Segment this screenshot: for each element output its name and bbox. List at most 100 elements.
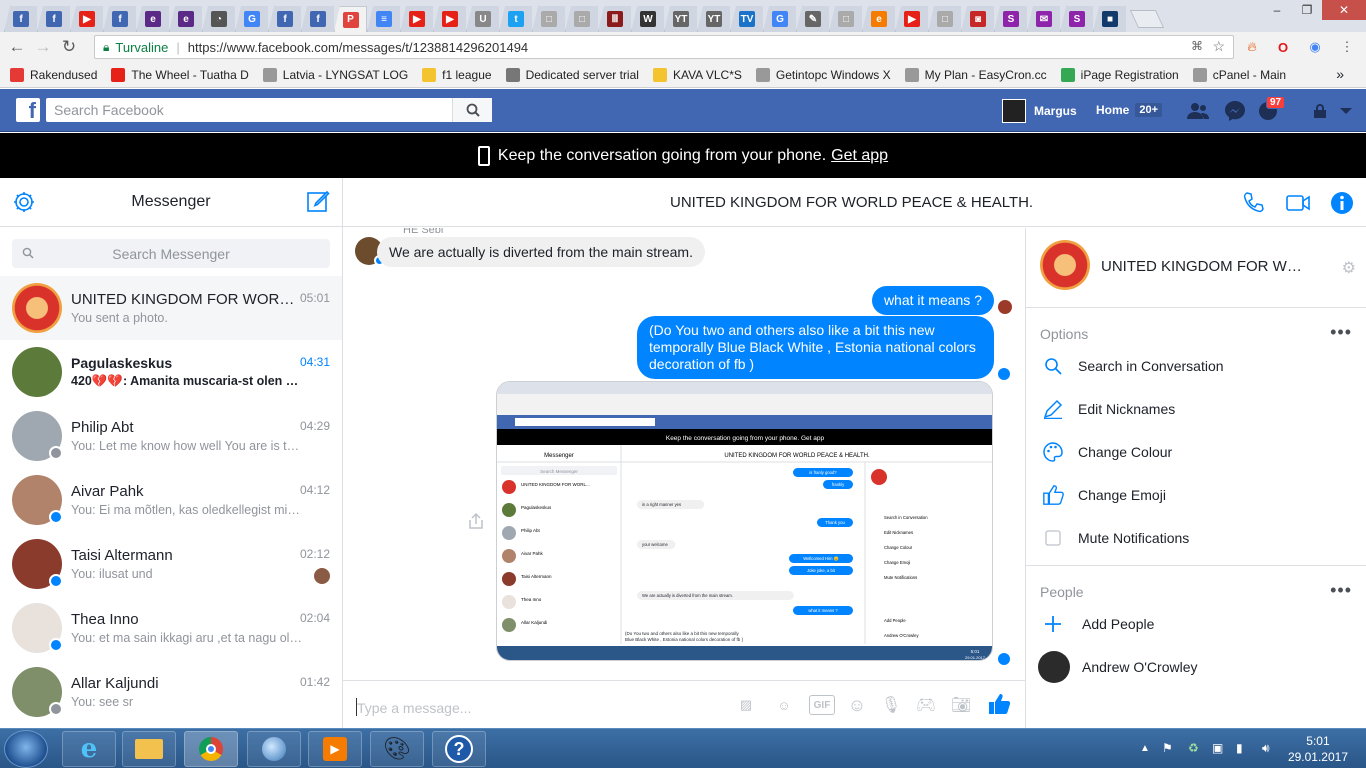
bookmark-item[interactable]: Getintopc Windows X (755, 67, 891, 82)
browser-tab[interactable]: e (862, 6, 895, 32)
home-link[interactable]: Home 20+ (1096, 103, 1163, 117)
account-menu-icon[interactable] (1334, 101, 1358, 121)
fire-extension-icon[interactable]: 🔥︎ (1243, 38, 1261, 56)
browser-tab[interactable]: f (4, 6, 37, 32)
info-icon[interactable] (1329, 190, 1355, 216)
translate-icon[interactable]: ⌘ (1191, 39, 1203, 53)
browser-tab[interactable]: ▶ (433, 6, 466, 32)
browser-tab[interactable]: TV (730, 6, 763, 32)
bookmark-item[interactable]: KAVA VLC*S (652, 67, 742, 82)
bookmark-item[interactable]: The Wheel - Tuatha D (111, 67, 249, 82)
browser-tab[interactable]: S (1060, 6, 1093, 32)
option-item[interactable]: Edit Nicknames (1026, 387, 1366, 430)
more-options-icon[interactable]: ••• (1330, 322, 1352, 343)
facebook-search-input[interactable]: Search Facebook (46, 98, 492, 122)
conversation-item[interactable]: Taisi Altermann You: ilusat und 02:12 (0, 532, 342, 596)
new-tab-button[interactable] (1129, 10, 1165, 28)
gear-icon[interactable]: ⚙ (1342, 258, 1356, 278)
file-explorer-icon[interactable] (122, 731, 176, 767)
messenger-search-input[interactable]: Search Messenger (12, 239, 330, 268)
browser-tab[interactable]: e (169, 6, 202, 32)
tray-expand-icon[interactable]: ▲ (1140, 743, 1150, 754)
bookmark-star-icon[interactable]: ☆ (1212, 38, 1225, 55)
volume-icon[interactable]: 🔊︎ (1262, 741, 1270, 756)
tray-app-icon[interactable]: ♻ (1188, 741, 1199, 755)
person-item[interactable]: Andrew O'Crowley (1026, 645, 1366, 688)
usb-icon[interactable]: ▣ (1212, 741, 1223, 755)
add-people-item[interactable]: Add People (1026, 602, 1366, 645)
browser-tab[interactable]: P (334, 6, 367, 32)
browser-tab[interactable]: e (136, 6, 169, 32)
start-button[interactable] (4, 730, 48, 768)
friend-requests-icon[interactable] (1186, 101, 1210, 121)
network-globe-icon[interactable] (247, 731, 301, 767)
messenger-icon[interactable] (1223, 101, 1247, 121)
gif-icon[interactable]: GIF (809, 695, 835, 715)
browser-tab[interactable]: W (631, 6, 664, 32)
conversation-item[interactable]: Philip Abt You: Let me know how well You … (0, 404, 342, 468)
message-input[interactable]: Type a message... (357, 700, 471, 716)
outgoing-message[interactable]: what it means ? (871, 286, 994, 315)
group-avatar[interactable] (1040, 240, 1090, 290)
url-field[interactable]: 🔒︎ Turvaline | https://www.facebook.com/… (94, 35, 1234, 59)
browser-tab[interactable]: ■ (1093, 6, 1126, 32)
paint-icon[interactable]: 🎨︎ (370, 731, 424, 767)
browser-tab[interactable]: ◙ (961, 6, 994, 32)
option-item[interactable]: Change Emoji (1026, 473, 1366, 516)
camera-icon[interactable]: 📷︎ (950, 695, 972, 715)
conversation-item[interactable]: Allar Kaljundi You: see sr 01:42 (0, 660, 342, 724)
network-signal-icon[interactable]: ▮ (1236, 741, 1243, 755)
bookmarks-overflow-button[interactable]: » (1336, 66, 1344, 82)
browser-tab[interactable]: Ⅲ (598, 6, 631, 32)
microphone-icon[interactable]: 🎙︎ (880, 695, 902, 715)
internet-explorer-icon[interactable]: e (62, 731, 116, 767)
browser-tab[interactable]: □ (928, 6, 961, 32)
facebook-search-button[interactable] (452, 98, 492, 122)
browser-tab[interactable]: □ (532, 6, 565, 32)
bookmark-item[interactable]: Latvia - LYNGSAT LOG (262, 67, 408, 82)
browser-tab[interactable]: S (994, 6, 1027, 32)
browser-tab[interactable]: f (268, 6, 301, 32)
close-window-button[interactable]: ✕ (1322, 0, 1366, 20)
browser-tab[interactable]: □ (565, 6, 598, 32)
browser-tab[interactable]: ▶ (400, 6, 433, 32)
incoming-message[interactable]: We are actually is diverted from the mai… (377, 237, 705, 267)
outgoing-message[interactable]: (Do You two and others also like a bit t… (637, 316, 994, 379)
conversation-item[interactable]: Thea Inno You: et ma sain ikkagi aru ,et … (0, 596, 342, 660)
chrome-icon[interactable] (184, 731, 238, 767)
browser-tab[interactable]: YT (697, 6, 730, 32)
privacy-lock-icon[interactable] (1308, 101, 1332, 121)
browser-tab[interactable]: f (37, 6, 70, 32)
option-item[interactable]: Mute Notifications (1026, 516, 1366, 559)
share-icon[interactable] (467, 512, 485, 530)
conversation-item[interactable]: Aivar Pahk You: Ei ma mõtlen, kas oledkel… (0, 468, 342, 532)
minimize-button[interactable]: – (1262, 0, 1292, 20)
bookmark-item[interactable]: iPage Registration (1060, 67, 1179, 82)
browser-tab[interactable]: U (466, 6, 499, 32)
browser-tab[interactable]: ▶ (895, 6, 928, 32)
system-clock[interactable]: 5:01 29.01.2017 (1288, 733, 1348, 765)
gear-icon[interactable] (12, 190, 36, 214)
browser-tab[interactable]: G (235, 6, 268, 32)
more-people-options-icon[interactable]: ••• (1330, 580, 1352, 601)
forward-button[interactable]: → (30, 37, 56, 57)
browser-tab[interactable]: ✎ (796, 6, 829, 32)
compose-icon[interactable] (306, 189, 330, 213)
bookmark-item[interactable]: Rakendused (10, 67, 97, 82)
message-composer[interactable]: Type a message... ▨ ☺ GIF ☺ 🎙︎ 🎮︎ 📷︎ (343, 680, 1025, 728)
browser-tab[interactable]: f (103, 6, 136, 32)
shared-photo[interactable]: Keep the conversation going from your ph… (496, 381, 993, 661)
game-icon[interactable]: 🎮︎ (915, 695, 937, 715)
reload-button[interactable]: ↻ (56, 37, 82, 57)
profile-link[interactable]: Margus (1002, 99, 1077, 123)
browser-tab[interactable]: ▶ (70, 6, 103, 32)
option-item[interactable]: Change Colour (1026, 430, 1366, 473)
browser-tab[interactable]: ◔ (202, 6, 235, 32)
emoji-icon[interactable]: ☺ (846, 695, 868, 715)
action-center-icon[interactable]: ⚑ (1162, 741, 1173, 755)
image-icon[interactable]: ▨ (735, 695, 757, 715)
bookmark-item[interactable]: My Plan - EasyCron.cc (904, 67, 1047, 82)
chrome-menu-icon[interactable]: ⋮ (1338, 38, 1356, 56)
browser-tab[interactable]: t (499, 6, 532, 32)
conversation-item[interactable]: UNITED KINGDOM FOR WORLD PEACE & HEALTH.… (0, 276, 342, 340)
